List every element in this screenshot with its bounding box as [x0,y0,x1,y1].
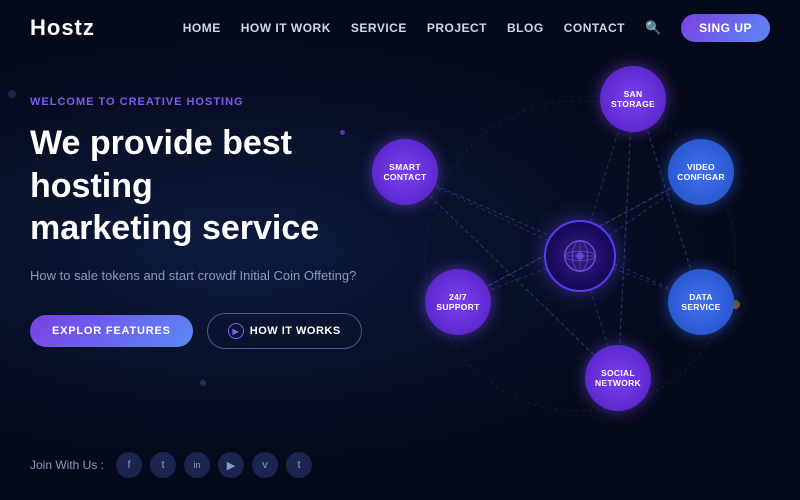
vimeo-icon[interactable]: v [252,452,278,478]
facebook-icon[interactable]: f [116,452,142,478]
navbar: Hostz HOME HOW IT WORK SERVICE PROJECT B… [0,0,800,56]
play-icon: ▶ [228,323,244,339]
explore-button[interactable]: EXPLOR FEATURES [30,315,193,347]
how-it-works-button[interactable]: ▶ HOW IT WORKS [207,313,362,349]
hero-description: How to sale tokens and start crowdf Init… [30,266,390,286]
nav-links: HOME HOW IT WORK SERVICE PROJECT BLOG CO… [183,14,770,42]
nav-home[interactable]: HOME [183,21,221,35]
san-storage-node: SANSTORAGE [600,66,666,132]
nav-service[interactable]: SERVICE [351,21,407,35]
logo: Hostz [30,15,95,41]
tumblr-icon[interactable]: t [286,452,312,478]
support-node: 24/7SUPPORT [425,269,491,335]
search-icon[interactable]: 🔍 [645,20,661,36]
hero-content: WELCOME TO CREATIVE HOSTING We provide b… [30,76,390,429]
video-configar-node: VIDEOCONFIGAR [668,139,734,205]
signup-button[interactable]: SING UP [681,14,770,42]
nav-blog[interactable]: BLOG [507,21,544,35]
youtube-icon[interactable]: ▶ [218,452,244,478]
nav-contact[interactable]: CONTACT [564,21,625,35]
globe-icon [561,237,599,275]
hero-section: WELCOME TO CREATIVE HOSTING We provide b… [0,56,800,446]
social-label: Join With Us : [30,458,104,472]
diagram-container: .dline { stroke: #3a4a8a; stroke-width: … [390,66,770,446]
nav-how-it-work[interactable]: HOW IT WORK [241,21,331,35]
twitter-icon[interactable]: t [150,452,176,478]
smart-contact-node: SMARTCONTACT [372,139,438,205]
data-service-node: DATASERVICE [668,269,734,335]
nav-project[interactable]: PROJECT [427,21,487,35]
social-row: Join With Us : f t in ▶ v t [30,452,312,478]
hero-buttons: EXPLOR FEATURES ▶ HOW IT WORKS [30,313,390,349]
hero-title: We provide best hosting marketing servic… [30,122,390,250]
linkedin-icon[interactable]: in [184,452,210,478]
social-network-node: SOCIALNETWORK [585,345,651,411]
center-node [544,220,616,292]
hero-subtitle: WELCOME TO CREATIVE HOSTING [30,96,390,108]
